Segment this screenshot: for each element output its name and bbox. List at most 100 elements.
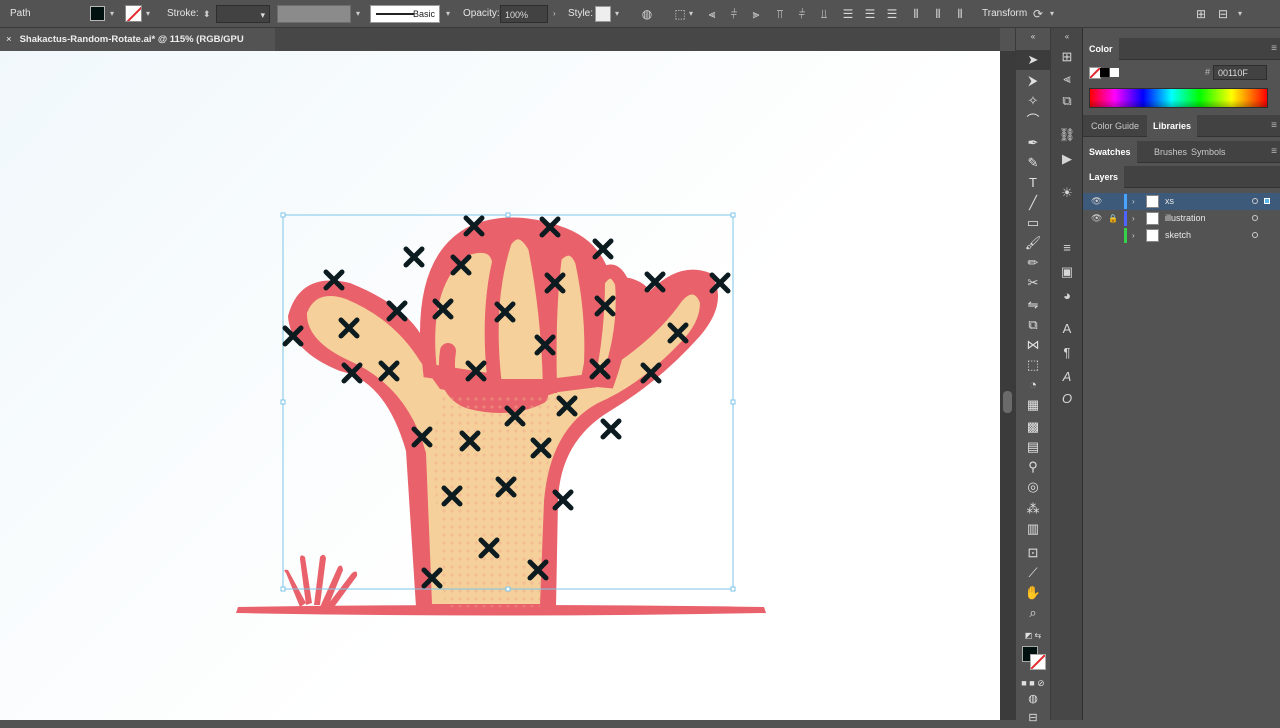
visibility-eye-icon[interactable]: 👁 (1091, 210, 1102, 227)
type-tool-icon[interactable]: T (1016, 173, 1050, 193)
transform-link[interactable]: Transform (982, 0, 1027, 28)
dock-collapse-icon[interactable]: « (1051, 32, 1083, 42)
align-bottom-icon[interactable]: ⫫ (817, 0, 831, 28)
layer-name[interactable]: illustration (1165, 210, 1206, 227)
variable-width-profile[interactable] (277, 5, 351, 23)
x-mark[interactable] (403, 246, 425, 268)
transform-panel-icon[interactable]: ⊞ (1051, 47, 1083, 67)
align-to-chevron-icon[interactable]: ▾ (689, 0, 693, 28)
scale-tool-icon[interactable]: ⧉ (1016, 315, 1050, 335)
transform-chevron-icon[interactable]: ▾ (1050, 0, 1054, 28)
column-graph-tool-icon[interactable]: ▥ (1016, 519, 1050, 539)
color-tab[interactable]: Color (1083, 38, 1119, 60)
stroke-color-swatch[interactable] (125, 5, 142, 22)
target-circle-icon[interactable] (1252, 232, 1258, 238)
blend-tool-icon[interactable]: ◎ (1016, 477, 1050, 497)
expand-chevron-icon[interactable]: › (1132, 210, 1135, 227)
pen-tool-icon[interactable]: ✒ (1016, 133, 1050, 153)
color-spectrum[interactable] (1089, 88, 1268, 108)
align-left-icon[interactable]: ⫷ (705, 0, 719, 28)
rectangle-tool-icon[interactable]: ▭ (1016, 213, 1050, 233)
align-vertical-center-icon[interactable]: ⫩ (795, 0, 809, 28)
drawing-mode-icon[interactable]: ◍ (1016, 689, 1050, 709)
zoom-tool-icon[interactable]: ⌕ (1016, 603, 1050, 623)
width-tool-icon[interactable]: ⋈ (1016, 335, 1050, 355)
canvas[interactable] (0, 51, 1000, 720)
lock-icon[interactable]: 🔒 (1108, 210, 1118, 227)
curvature-tool-icon[interactable]: ✎ (1016, 153, 1050, 173)
layer-name[interactable]: sketch (1165, 227, 1191, 244)
opentype-panel-icon[interactable]: O (1051, 389, 1083, 409)
artboard-tool-icon[interactable]: ⊡ (1016, 543, 1050, 563)
distribute-top-icon[interactable]: ☰ (841, 0, 855, 28)
expand-chevron-icon[interactable]: › (1132, 193, 1135, 210)
black-color-swatch[interactable] (1100, 68, 1109, 77)
color-guide-tab[interactable]: Color Guide (1085, 115, 1145, 137)
gradient-tool-icon[interactable]: ▤ (1016, 437, 1050, 457)
links-panel-icon[interactable]: ⛓ (1051, 125, 1083, 145)
free-transform-tool-icon[interactable]: ⬚ (1016, 355, 1050, 375)
color-panel-menu-icon[interactable]: ≡ (1271, 38, 1277, 60)
shaper-tool-icon[interactable]: ✏ (1016, 253, 1050, 273)
graphic-style-swatch[interactable] (595, 6, 611, 22)
artwork[interactable] (0, 51, 1000, 720)
profile-chevron-icon[interactable]: ▾ (356, 0, 360, 28)
layers-tab[interactable]: Layers (1083, 166, 1125, 188)
distribute-bottom-icon[interactable]: ☰ (885, 0, 899, 28)
visibility-eye-icon[interactable]: 👁 (1091, 193, 1102, 210)
selected-art-indicator[interactable] (1264, 198, 1270, 204)
swatches-tab[interactable]: Swatches (1083, 141, 1137, 163)
opacity-chevron-icon[interactable]: › (553, 0, 556, 28)
distribute-right-icon[interactable]: ⫴ (953, 0, 967, 28)
symbol-sprayer-tool-icon[interactable]: ⁂ (1016, 499, 1050, 519)
isolate-icon[interactable]: ⟳ (1031, 0, 1045, 28)
brush-chevron-icon[interactable]: ▾ (446, 0, 450, 28)
expand-chevron-icon[interactable]: › (1132, 227, 1135, 244)
scissors-tool-icon[interactable]: ✂ (1016, 273, 1050, 293)
character-panel-icon[interactable]: A (1051, 319, 1083, 339)
gradient-panel-icon[interactable]: ▣ (1051, 262, 1083, 282)
fill-color-swatch[interactable] (90, 6, 105, 21)
mesh-tool-icon[interactable]: ▩ (1016, 417, 1050, 437)
panel-options-icon[interactable]: ⊟ (1216, 0, 1230, 28)
layer-row-sketch[interactable]: › sketch (1083, 227, 1280, 244)
stroke-weight-field[interactable]: ▾ (216, 5, 270, 23)
tools-collapse-icon[interactable]: « (1016, 32, 1050, 42)
target-circle-icon[interactable] (1252, 198, 1258, 204)
x-mark[interactable] (592, 238, 614, 260)
style-chevron-icon[interactable]: ▾ (615, 0, 619, 28)
vertical-scrollbar[interactable] (1000, 51, 1015, 720)
align-top-icon[interactable]: ⫪ (773, 0, 787, 28)
paragraph-panel-icon[interactable]: ¶ (1051, 343, 1083, 363)
align-right-icon[interactable]: ⫸ (749, 0, 763, 28)
arrange-documents-icon[interactable]: ⊞ (1194, 0, 1208, 28)
layer-name[interactable]: xs (1165, 193, 1174, 210)
layer-row-xs[interactable]: 👁 › xs (1083, 193, 1280, 210)
distribute-vertical-center-icon[interactable]: ☰ (863, 0, 877, 28)
document-tab[interactable]: × Shakactus-Random-Rotate.ai* @ 115% (RGB… (0, 28, 275, 68)
magic-wand-tool-icon[interactable]: ✧ (1016, 91, 1050, 111)
brush-definition[interactable]: Basic (370, 5, 440, 23)
sprout[interactable] (284, 554, 358, 607)
transparency-panel-icon[interactable]: ◕ (1051, 286, 1083, 306)
align-horizontal-center-icon[interactable]: ⫩ (727, 0, 741, 28)
hand-tool-icon[interactable]: ✋ (1016, 583, 1050, 603)
perspective-grid-tool-icon[interactable]: ▦ (1016, 395, 1050, 415)
reflect-tool-icon[interactable]: ⇋ (1016, 295, 1050, 315)
panel-options-chevron-icon[interactable]: ▾ (1238, 0, 1242, 28)
line-tool-icon[interactable]: ╱ (1016, 193, 1050, 213)
shape-builder-tool-icon[interactable]: ◔ (1016, 375, 1050, 395)
selection-tool-icon[interactable]: ➤ (1016, 50, 1050, 70)
stroke-weight-stepper[interactable]: ⬍ (203, 0, 211, 28)
stroke-dropdown-chevron-icon[interactable]: ▾ (146, 0, 150, 28)
pathfinder-panel-icon[interactable]: ⧉ (1051, 91, 1083, 111)
x-mark[interactable] (600, 418, 622, 440)
actions-panel-icon[interactable]: ▶ (1051, 149, 1083, 169)
target-circle-icon[interactable] (1252, 215, 1258, 221)
layer-row-illustration[interactable]: 👁 🔒 › illustration (1083, 210, 1280, 227)
distribute-left-icon[interactable]: ⫴ (909, 0, 923, 28)
screen-mode-icon[interactable]: ⊟ (1016, 708, 1050, 728)
white-color-swatch[interactable] (1110, 68, 1119, 77)
appearance-panel-icon[interactable]: ☀ (1051, 183, 1083, 203)
stroke-weight-chevron-icon[interactable]: ▾ (260, 6, 265, 24)
